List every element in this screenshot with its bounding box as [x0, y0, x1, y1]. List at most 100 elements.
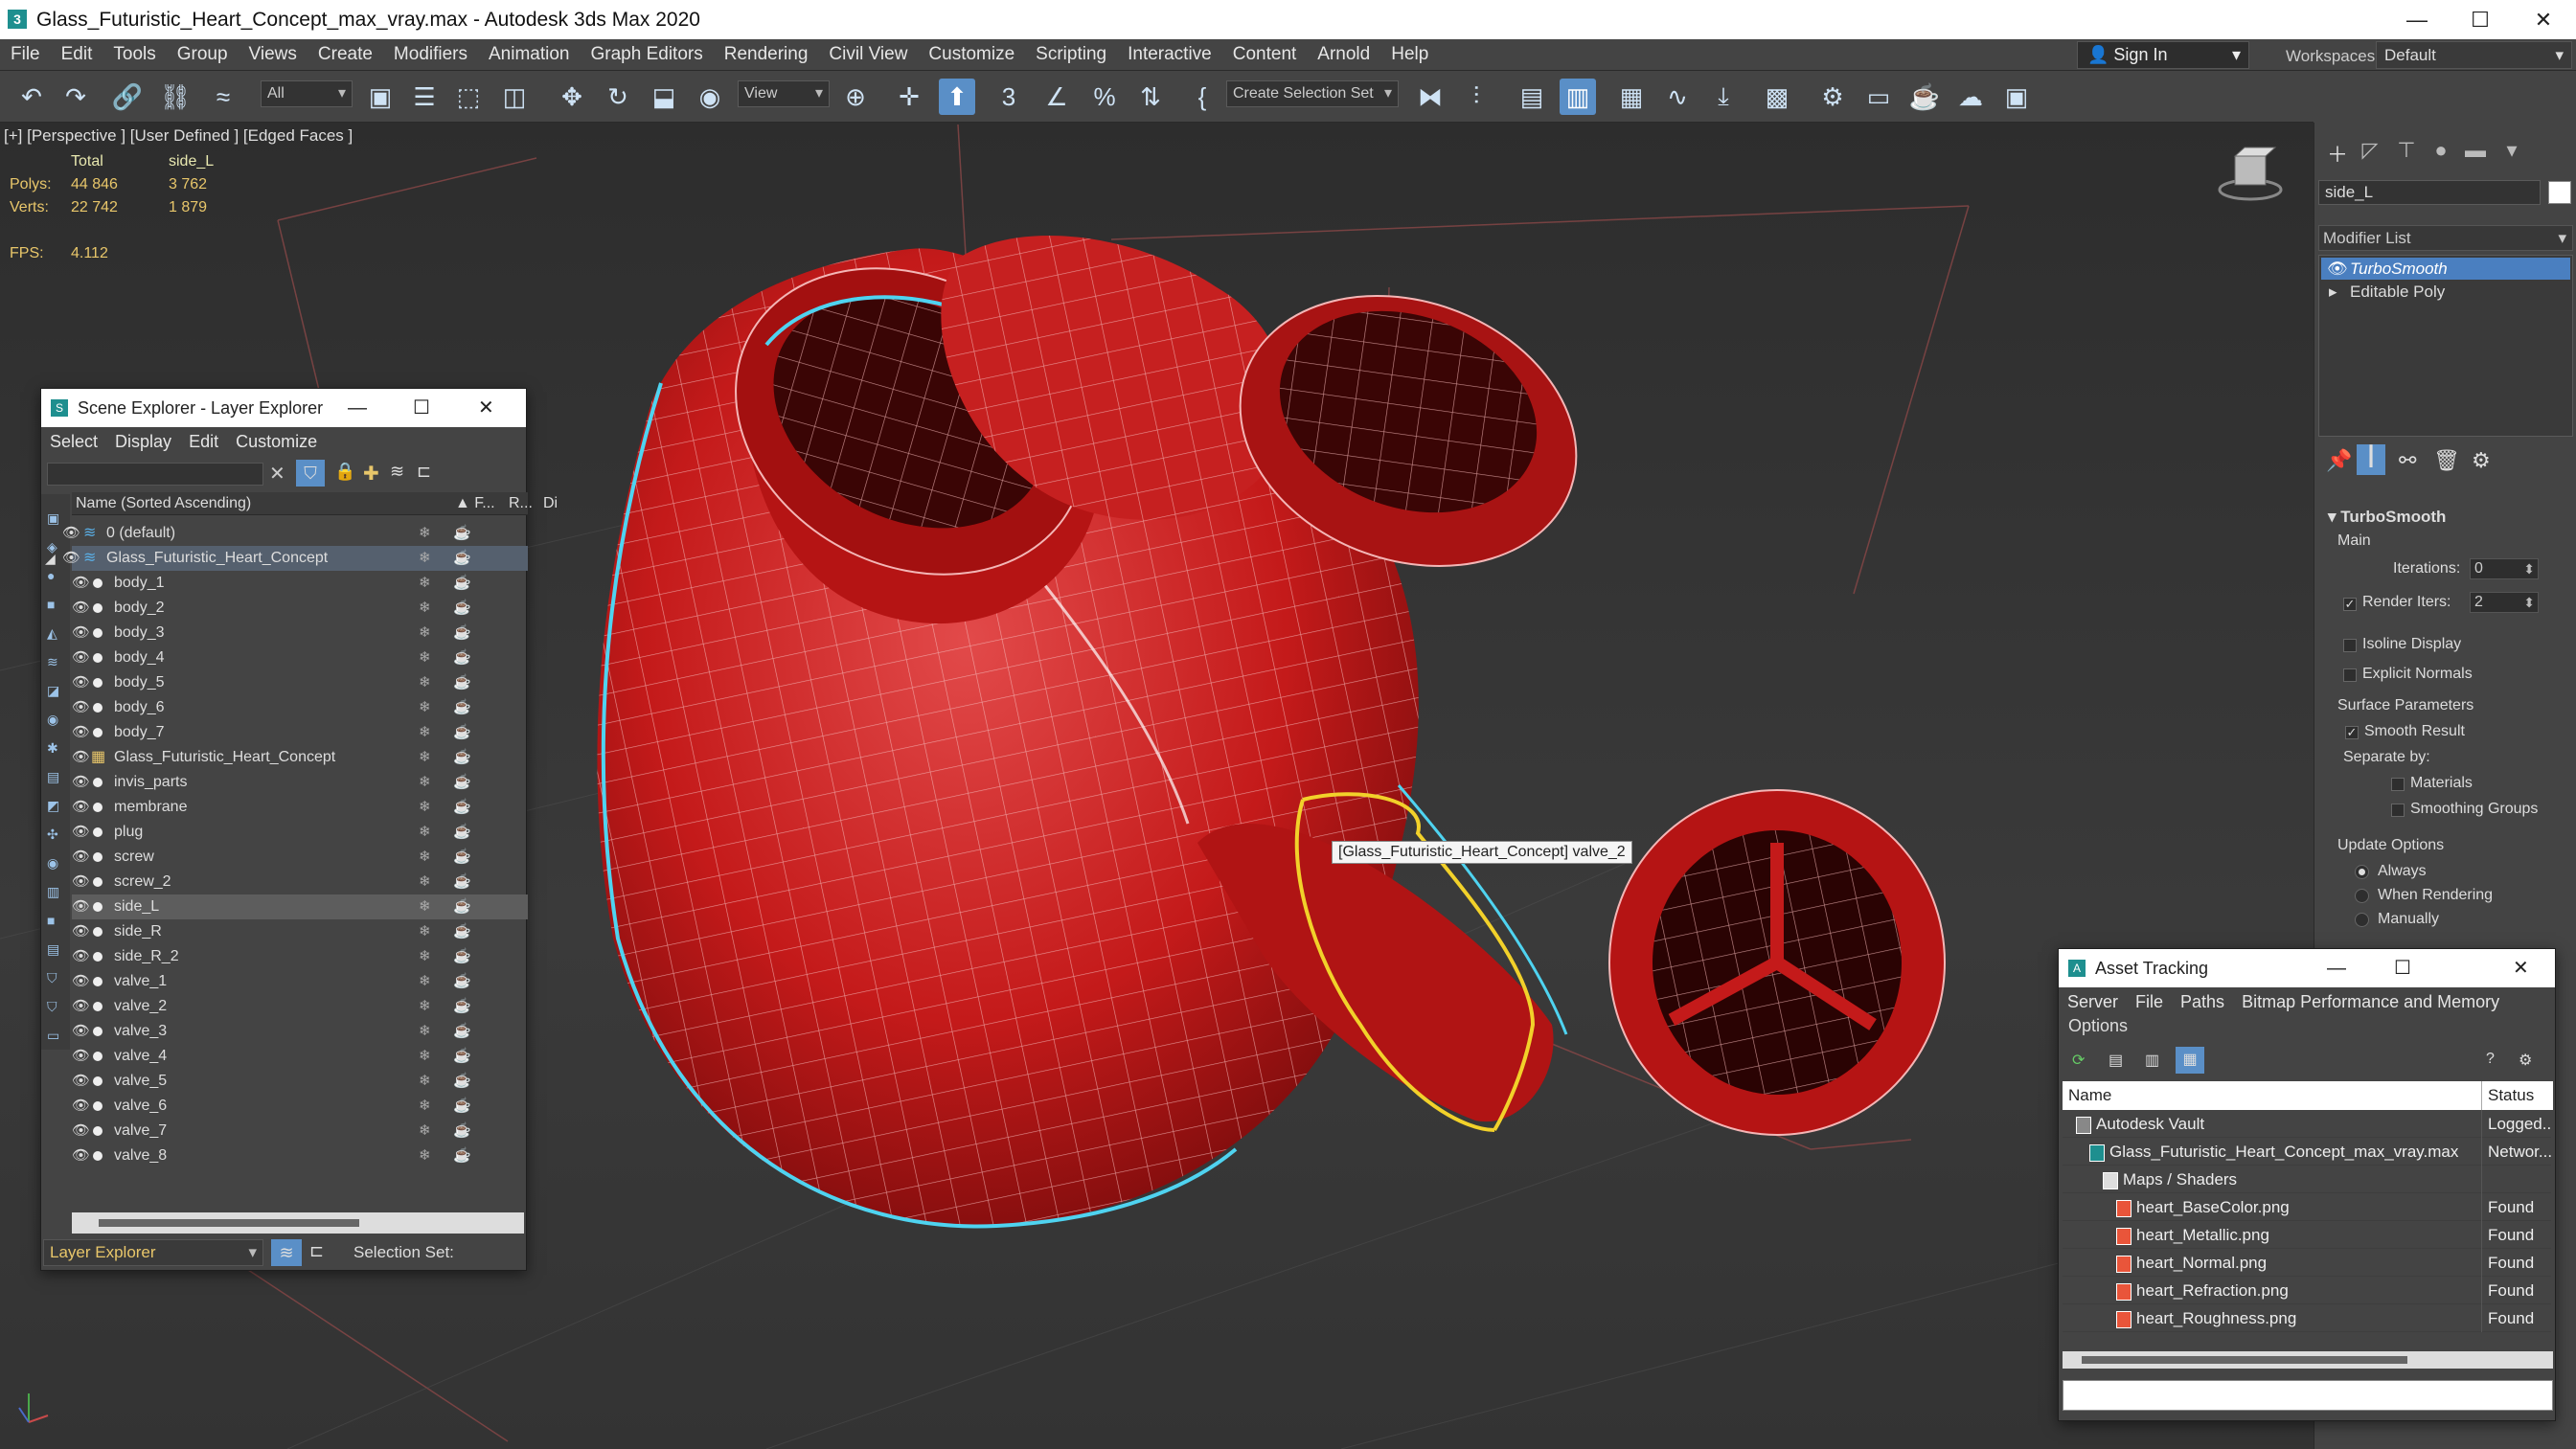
object-row-valve-7[interactable]: 👁 valve_7 ❄ ☕ — [72, 1119, 528, 1143]
visibility-eye-icon[interactable]: 👁 — [72, 1019, 90, 1044]
asset-row[interactable]: heart_Metallic.png Found — [2063, 1221, 2551, 1249]
isoline-checkbox[interactable] — [2343, 639, 2357, 652]
object-row-valve-2[interactable]: 👁 valve_2 ❄ ☕ — [72, 994, 528, 1019]
col-status[interactable]: Status — [2481, 1081, 2534, 1110]
menu-group[interactable]: Group — [167, 44, 239, 65]
freeze-icon[interactable]: ❄ — [419, 894, 431, 919]
asset-row[interactable]: heart_Normal.png Found — [2063, 1249, 2551, 1277]
visibility-eye-icon[interactable]: 👁 — [72, 745, 90, 770]
render-teapot-icon[interactable]: ☕ — [453, 845, 471, 870]
table-view-icon[interactable]: ▦ — [2176, 1047, 2204, 1074]
display-tab-icon[interactable]: ▬ — [2460, 138, 2491, 165]
toggle-ribbon-icon[interactable]: ▦ — [1613, 79, 1650, 115]
minimize-button[interactable]: — — [2327, 949, 2346, 987]
refresh-icon[interactable]: ⟳ — [2072, 1051, 2085, 1070]
render-teapot-icon[interactable]: ☕ — [453, 969, 471, 994]
menu-modifiers[interactable]: Modifiers — [383, 44, 478, 65]
object-row-valve-4[interactable]: 👁 valve_4 ❄ ☕ — [72, 1044, 528, 1069]
align-icon[interactable]: ⫶ — [1458, 79, 1494, 115]
reference-coord-dropdown[interactable]: View — [738, 80, 830, 107]
render-teapot-icon[interactable]: ☕ — [453, 1069, 471, 1094]
visibility-eye-icon[interactable]: 👁 — [72, 795, 90, 820]
visibility-eye-icon[interactable]: 👁 — [72, 571, 90, 596]
layer-row-default[interactable]: 👁 ≋ 0 (default) ❄ ☕ — [62, 521, 528, 546]
named-selection-set-dropdown[interactable]: Create Selection Set — [1226, 80, 1399, 107]
object-row-glass-futuristic-heart-concept[interactable]: 👁 ▦ Glass_Futuristic_Heart_Concept ❄ ☕ — [72, 745, 528, 770]
render-teapot-icon[interactable]: ☕ — [453, 795, 471, 820]
asset-hscrollbar[interactable] — [2063, 1351, 2553, 1369]
percent-snap-icon[interactable]: % — [1086, 79, 1123, 115]
object-row-valve-3[interactable]: 👁 valve_3 ❄ ☕ — [72, 1019, 528, 1044]
modifier-list-dropdown[interactable]: Modifier List — [2318, 225, 2573, 251]
visibility-eye-icon[interactable]: 👁 — [72, 770, 90, 795]
menu-animation[interactable]: Animation — [478, 44, 581, 65]
col-display-header[interactable]: Di — [543, 492, 558, 515]
render-teapot-icon[interactable]: ☕ — [453, 919, 471, 944]
asset-row[interactable]: Glass_Futuristic_Heart_Concept_max_vray.… — [2063, 1138, 2552, 1166]
a360-gallery-icon[interactable]: ▣ — [1998, 79, 2035, 115]
visibility-eye-icon[interactable]: 👁 — [62, 546, 80, 571]
mirror-icon[interactable]: ⧓ — [1412, 79, 1448, 115]
create-tab-icon[interactable]: ＋ — [2322, 138, 2353, 167]
object-row-valve-6[interactable]: 👁 valve_6 ❄ ☕ — [72, 1094, 528, 1119]
visibility-eye-icon[interactable]: 👁 — [72, 596, 90, 621]
visibility-eye-icon[interactable]: 👁 — [72, 894, 90, 919]
asset-menu-options[interactable]: Options — [2068, 1016, 2128, 1036]
object-row-body-5[interactable]: 👁 body_5 ❄ ☕ — [72, 670, 528, 695]
visibility-eye-icon[interactable]: 👁 — [72, 969, 90, 994]
freeze-icon[interactable]: ❄ — [419, 670, 431, 695]
select-object-icon[interactable]: ▣ — [362, 79, 399, 115]
render-iters-spinner[interactable]: 2 — [2470, 592, 2539, 613]
toggle-layer-explorer-icon[interactable]: ▥ — [1560, 79, 1596, 115]
asset-menu-file[interactable]: File — [2127, 992, 2172, 1012]
freeze-icon[interactable]: ❄ — [419, 695, 431, 720]
object-row-membrane[interactable]: 👁 membrane ❄ ☕ — [72, 795, 528, 820]
make-unique-icon[interactable]: ⚯ — [2399, 448, 2416, 473]
asset-menu-server[interactable]: Server — [2059, 992, 2127, 1012]
close-button[interactable]: ✕ — [2512, 0, 2575, 39]
spinner-snap-icon[interactable]: ⇅ — [1132, 79, 1169, 115]
asset-tracking-titlebar[interactable]: A Asset Tracking — ☐ ✕ — [2059, 949, 2555, 987]
object-color-swatch[interactable] — [2548, 181, 2571, 204]
object-row-body-6[interactable]: 👁 body_6 ❄ ☕ — [72, 695, 528, 720]
bind-space-warp-icon[interactable]: ≈ — [205, 79, 241, 115]
menu-customize[interactable]: Customize — [918, 44, 1025, 65]
menu-graph-editors[interactable]: Graph Editors — [581, 44, 714, 65]
hierarchy-tab-icon[interactable]: ⊤ — [2391, 138, 2422, 165]
menu-interactive[interactable]: Interactive — [1117, 44, 1222, 65]
rendered-frame-window-icon[interactable]: ▭ — [1860, 79, 1897, 115]
settings-icon[interactable]: ⚙ — [2519, 1051, 2532, 1070]
move-icon[interactable]: ✥ — [554, 79, 590, 115]
render-iters-checkbox[interactable]: ✓ — [2343, 598, 2357, 611]
asset-row[interactable]: heart_Roughness.png Found — [2063, 1304, 2551, 1332]
stack-item-turbosmooth[interactable]: 👁 TurboSmooth — [2321, 258, 2570, 280]
show-end-result-icon[interactable]: ┃ — [2357, 444, 2385, 475]
render-teapot-icon[interactable]: ☕ — [453, 695, 471, 720]
asset-row[interactable]: heart_BaseColor.png Found — [2063, 1193, 2551, 1221]
pin-stack-icon[interactable]: 📌 — [2326, 448, 2352, 473]
workspaces-select[interactable]: Default ▾ — [2376, 41, 2572, 69]
render-teapot-icon[interactable]: ☕ — [453, 870, 471, 894]
scroll-thumb[interactable] — [2082, 1356, 2407, 1364]
select-by-name-icon[interactable]: ☰ — [406, 79, 443, 115]
stack-item-editable-poly[interactable]: ▸ Editable Poly — [2321, 281, 2570, 303]
freeze-icon[interactable]: ❄ — [419, 919, 431, 944]
render-in-cloud-icon[interactable]: ☁ — [1952, 79, 1989, 115]
asset-row[interactable]: Autodesk Vault Logged... — [2063, 1110, 2552, 1138]
menu-scripting[interactable]: Scripting — [1025, 44, 1117, 65]
visibility-eye-icon[interactable]: 👁 — [72, 1044, 90, 1069]
object-row-invis-parts[interactable]: 👁 invis_parts ❄ ☕ — [72, 770, 528, 795]
render-teapot-icon[interactable]: ☕ — [453, 745, 471, 770]
render-teapot-icon[interactable]: ☕ — [453, 571, 471, 596]
freeze-icon[interactable]: ❄ — [419, 1069, 431, 1094]
scale-icon[interactable]: ⬓ — [646, 79, 682, 115]
toggle-scene-explorer-icon[interactable]: ▤ — [1514, 79, 1550, 115]
visibility-eye-icon[interactable]: 👁 — [72, 1143, 90, 1168]
visibility-eye-icon[interactable]: 👁 — [72, 695, 90, 720]
remove-modifier-icon[interactable]: 🗑 — [2433, 448, 2460, 473]
object-row-body-4[interactable]: 👁 body_4 ❄ ☕ — [72, 645, 528, 670]
render-teapot-icon[interactable]: ☕ — [453, 1019, 471, 1044]
freeze-icon[interactable]: ❄ — [419, 1019, 431, 1044]
object-row-body-1[interactable]: 👁 body_1 ❄ ☕ — [72, 571, 528, 596]
explorer-hscrollbar[interactable] — [72, 1212, 524, 1234]
